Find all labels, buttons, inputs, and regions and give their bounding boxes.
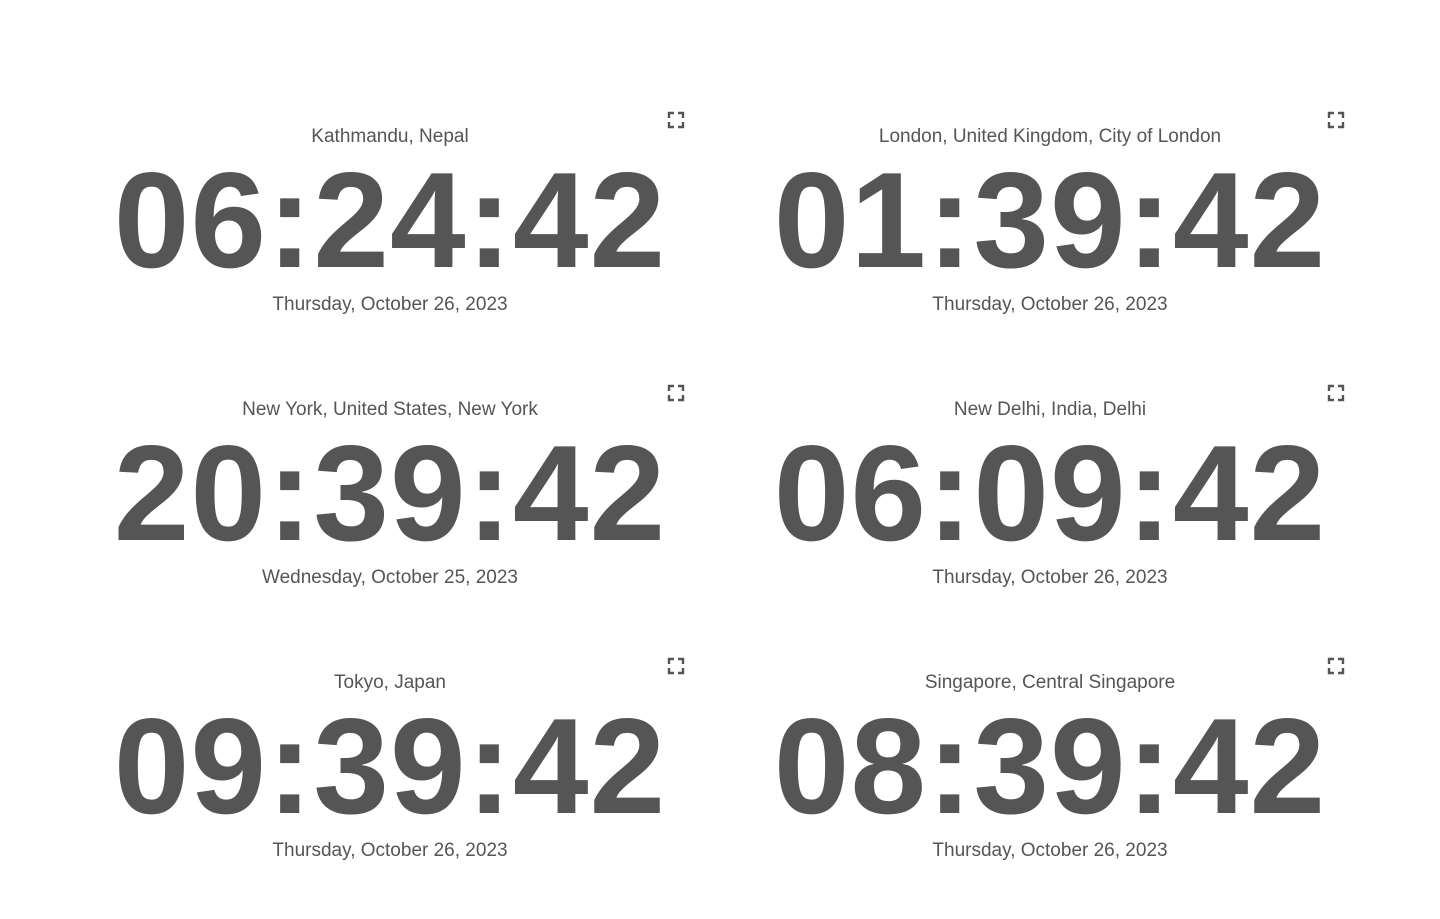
clock-card-new-york: New York, United States, New York 20:39:…: [60, 373, 720, 646]
clock-date: Thursday, October 26, 2023: [272, 294, 508, 315]
clock-card-kathmandu: Kathmandu, Nepal 06:24:42 Thursday, Octo…: [60, 100, 720, 373]
world-clock-grid: Kathmandu, Nepal 06:24:42 Thursday, Octo…: [60, 100, 1380, 919]
clock-time: 20:39:42: [113, 417, 667, 569]
clock-date: Thursday, October 26, 2023: [932, 567, 1168, 588]
clock-time: 06:09:42: [773, 417, 1327, 569]
clock-time: 01:39:42: [773, 144, 1327, 296]
clock-time: 08:39:42: [773, 690, 1327, 842]
clock-card-tokyo: Tokyo, Japan 09:39:42 Thursday, October …: [60, 646, 720, 919]
clock-date: Thursday, October 26, 2023: [272, 840, 508, 861]
clock-date: Thursday, October 26, 2023: [932, 294, 1168, 315]
clock-date: Thursday, October 26, 2023: [932, 840, 1168, 861]
clock-date: Wednesday, October 25, 2023: [262, 567, 518, 588]
clock-time: 06:24:42: [113, 144, 667, 296]
clock-time: 09:39:42: [113, 690, 667, 842]
clock-card-new-delhi: New Delhi, India, Delhi 06:09:42 Thursda…: [720, 373, 1380, 646]
clock-card-london: London, United Kingdom, City of London 0…: [720, 100, 1380, 373]
clock-card-singapore: Singapore, Central Singapore 08:39:42 Th…: [720, 646, 1380, 919]
